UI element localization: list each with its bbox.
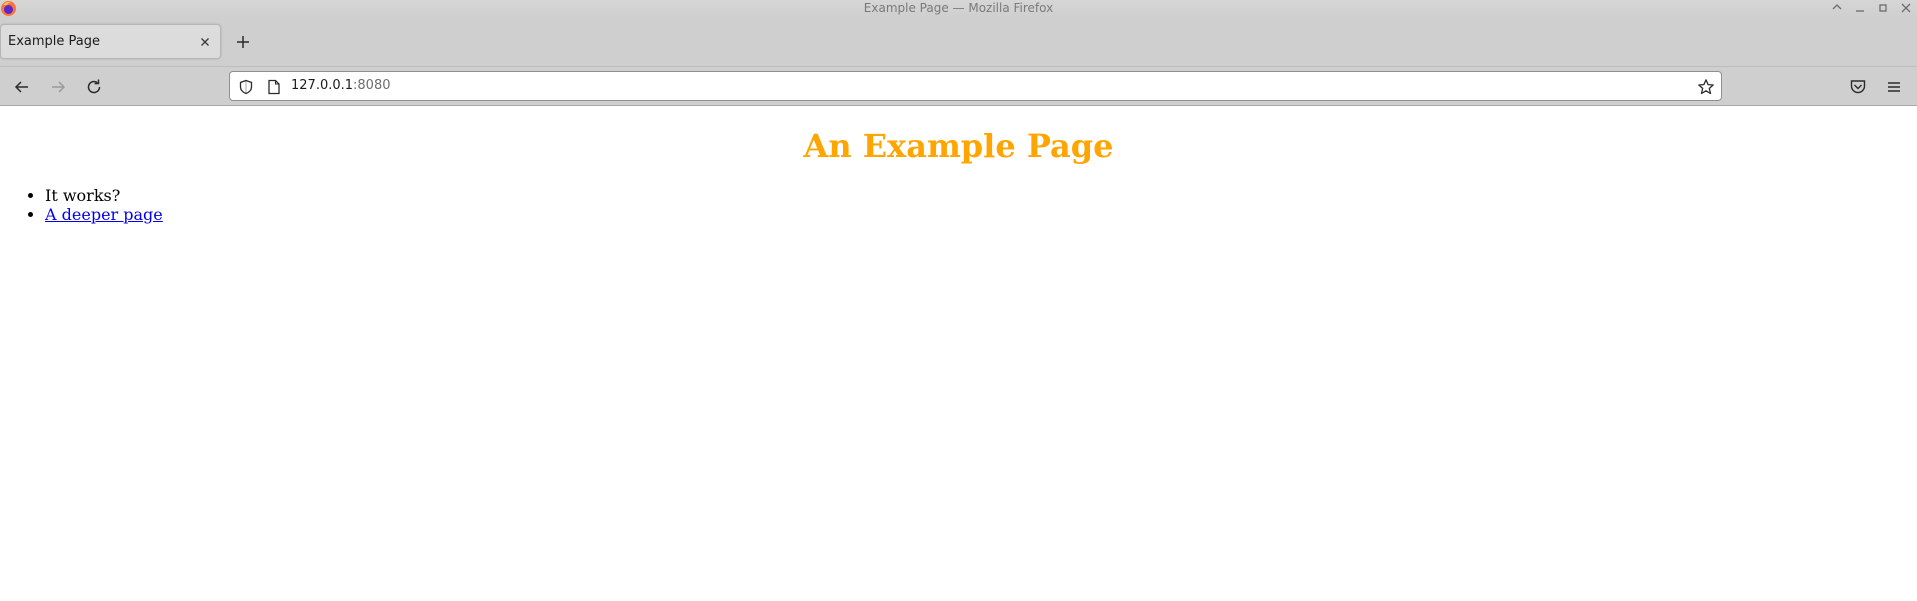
list-item: A deeper page [45,205,163,224]
tab-strip: Example Page [0,17,1917,66]
url-host: 127.0.0.1 [291,78,354,93]
tab-close-icon[interactable] [198,35,212,49]
menu-icon[interactable] [1883,76,1905,98]
deeper-page-link[interactable]: A deeper page [45,205,163,224]
minimize-icon[interactable] [1851,0,1869,17]
window-title: Example Page — Mozilla Firefox [863,1,1054,15]
url-bar[interactable]: 127.0.0.1:8080 [229,71,1722,101]
page-content: An Example Page It works? A deeper page [0,106,1917,601]
shield-icon[interactable] [238,79,254,99]
forward-icon[interactable] [47,76,69,98]
tab-label: Example Page [8,34,101,49]
url-text[interactable]: 127.0.0.1:8080 [291,78,391,94]
bookmark-star-icon[interactable] [1697,78,1715,100]
new-tab-icon[interactable] [232,31,254,53]
minimize-icon[interactable] [1828,0,1846,17]
pocket-icon[interactable] [1847,76,1869,98]
page-heading: An Example Page [803,127,1114,165]
page-icon[interactable] [267,79,281,99]
reload-icon[interactable] [83,76,105,98]
tab-example-page[interactable]: Example Page [0,24,221,59]
list-item-text: It works? [45,186,121,205]
window-titlebar: Example Page — Mozilla Firefox [0,0,1917,17]
close-icon[interactable] [1897,0,1915,17]
list-item: It works? [45,186,163,205]
maximize-icon[interactable] [1874,0,1892,17]
navigation-toolbar: 127.0.0.1:8080 [0,66,1917,106]
back-icon[interactable] [11,76,33,98]
url-port: :8080 [353,78,391,93]
item-list: It works? A deeper page [0,186,163,224]
